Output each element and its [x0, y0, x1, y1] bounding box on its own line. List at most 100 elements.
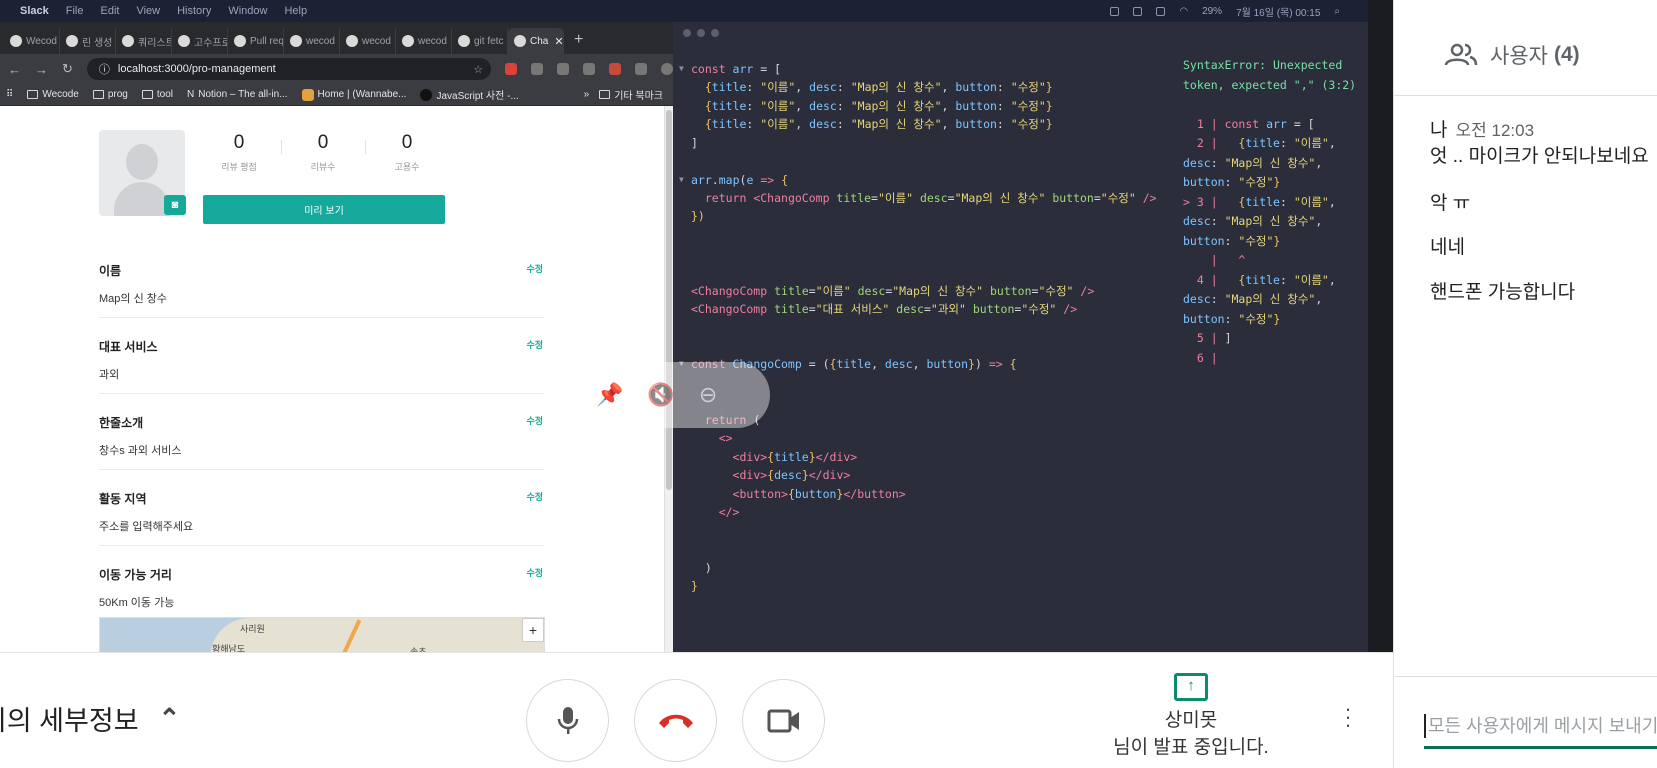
browser-tab: wecod	[340, 28, 396, 54]
error-output: SyntaxError: Unexpected token, expected …	[1183, 58, 1357, 365]
preview-button: 미리 보기	[203, 195, 445, 224]
clock: 7월 16일 (목) 00:15	[1236, 7, 1321, 19]
remove-icon[interactable]: ⊖	[699, 382, 717, 408]
section-name: 이름 Map의 신 창수 수정	[99, 262, 545, 318]
section-intro: 한줄소개 창수s 과외 서비스 수정	[99, 414, 545, 470]
close-tab-icon: ✕	[554, 35, 564, 48]
code-line: return <ChangoComp title="이름" desc="Map의…	[704, 191, 1157, 205]
chevron-up-icon: ⌃	[158, 703, 181, 733]
github-icon	[402, 35, 414, 47]
microphone-button[interactable]	[526, 679, 609, 762]
map: 사리원 황해남도 철원 속초 +	[99, 617, 545, 652]
browser-tab: 쿼리스트	[116, 28, 172, 54]
section-value: Map의 신 창수	[99, 293, 167, 305]
menu-edit: Edit	[100, 5, 120, 17]
menu-history: History	[177, 5, 212, 17]
tab-label: wecod	[362, 35, 391, 47]
profile-icon	[661, 63, 673, 75]
extension-icon	[583, 63, 596, 75]
more-options-icon[interactable]: · · ·	[1338, 698, 1358, 736]
chat-message: 네네	[1430, 237, 1465, 258]
bookmark-label: 기타 북마크	[614, 91, 663, 102]
menu-window: Window	[228, 5, 268, 17]
bookmark-item: tool	[141, 89, 173, 100]
pin-icon[interactable]: 📌	[596, 382, 623, 408]
code-line: <button>{button}</button>	[732, 487, 906, 501]
camera-icon: ◙	[164, 195, 186, 215]
github-icon	[290, 35, 302, 47]
stat-label: 고용수	[394, 162, 420, 172]
presentation-controls[interactable]: 📌 🔇 ⊖	[574, 362, 770, 428]
browser-tab: 고수프로	[172, 28, 228, 54]
browser-tab: Pull req	[228, 28, 284, 54]
presenter-name: 상미못	[1164, 710, 1218, 731]
tab-label: Wecod	[26, 35, 57, 47]
section-value: 창수s 과외 서비스	[99, 445, 182, 457]
stat-label: 리뷰수	[310, 162, 336, 172]
section-value: 주소를 입력해주세요	[99, 521, 194, 533]
hang-up-button[interactable]	[634, 679, 717, 762]
meeting-details-button[interactable]: 회의 세부정보 ⌃	[0, 699, 180, 738]
presenter-status: 님이 발표 중입니다.	[1113, 737, 1269, 758]
editor-titlebar	[673, 22, 1368, 44]
chat-input[interactable]: 모든 사용자에게 메시지 보내기	[1424, 714, 1657, 738]
stat-value: 0	[317, 132, 329, 153]
tab-label: wecod	[306, 35, 335, 47]
pull-request-icon	[234, 35, 246, 47]
tab-label: Pull req	[250, 35, 284, 47]
bookmark-item: Wecode	[27, 89, 79, 100]
folder-icon	[92, 90, 104, 99]
section-title: 한줄소개	[99, 416, 144, 430]
more-bookmarks-icon: »	[583, 89, 590, 100]
section-value: 과외	[99, 369, 120, 381]
edit-link: 수정	[526, 264, 543, 274]
stat-reviews: 0 리뷰수	[288, 132, 358, 173]
tab-label: Cha	[530, 35, 549, 47]
folder-icon	[141, 90, 153, 99]
bookmark-label: Notion – The all-in...	[198, 89, 288, 100]
code-line: <ChangoComp title="대표 서비스" desc="과외" but…	[691, 302, 1078, 316]
code-line: <ChangoComp title="이름" desc="Map의 신 창수" …	[691, 284, 1095, 298]
browser-tab: wecod	[284, 28, 340, 54]
folder-icon	[599, 90, 611, 99]
browser-tab: 린 생성	[60, 28, 116, 54]
site-icon	[420, 88, 433, 101]
extension-icon	[505, 63, 518, 75]
code-line: {title: "이름", desc: "Map의 신 창수", button:…	[704, 117, 1053, 131]
section-title: 이동 가능 거리	[99, 568, 172, 582]
present-screen-icon: ↑	[1174, 673, 1208, 701]
code-line: <div>{desc}</div>	[732, 468, 851, 482]
google-icon	[458, 35, 470, 47]
menu-view: View	[136, 5, 161, 17]
mute-icon[interactable]: 🔇	[647, 382, 674, 408]
github-icon	[66, 35, 78, 47]
status-icon	[1110, 6, 1120, 16]
map-label: 속초	[410, 647, 427, 652]
people-tab[interactable]: 사용자 (4)	[1444, 40, 1580, 70]
address-url: localhost:3000/pro-management	[117, 63, 276, 75]
bookmark-label: Wecode	[42, 89, 79, 100]
battery-percent: 29%	[1202, 5, 1223, 17]
bookmark-label: prog	[107, 89, 128, 100]
stat-rating: 0 리뷰 평점	[204, 132, 274, 173]
shared-screen: Slack File Edit View History Window Help…	[0, 0, 1393, 652]
folder-icon	[27, 90, 39, 99]
extension-icon	[531, 63, 544, 75]
people-title: 사용자	[1490, 45, 1548, 68]
browser-tab-strip: Wecod 린 생성 쿼리스트 고수프로 Pull req wecod weco…	[0, 22, 673, 54]
github-icon	[10, 35, 22, 47]
divider	[281, 140, 282, 154]
chat-message: 핸드폰 가능합니다	[1430, 282, 1576, 303]
address-bar: ⓘ localhost:3000/pro-management ☆	[86, 58, 492, 80]
presenting-indicator[interactable]: ↑ 상미못 님이 발표 중입니다.	[1106, 673, 1276, 761]
edit-link: 수정	[526, 492, 543, 502]
code-line: })	[691, 209, 705, 223]
stat-hires: 0 고용수	[372, 132, 442, 173]
other-bookmarks: 기타 북마크	[599, 87, 663, 102]
scrollbar-thumb	[666, 110, 672, 490]
people-count: (4)	[1553, 43, 1580, 66]
search-icon: ⌕	[1334, 5, 1340, 17]
extension-icon	[557, 63, 570, 75]
camera-button[interactable]	[742, 679, 825, 762]
section-title: 활동 지역	[99, 492, 147, 506]
